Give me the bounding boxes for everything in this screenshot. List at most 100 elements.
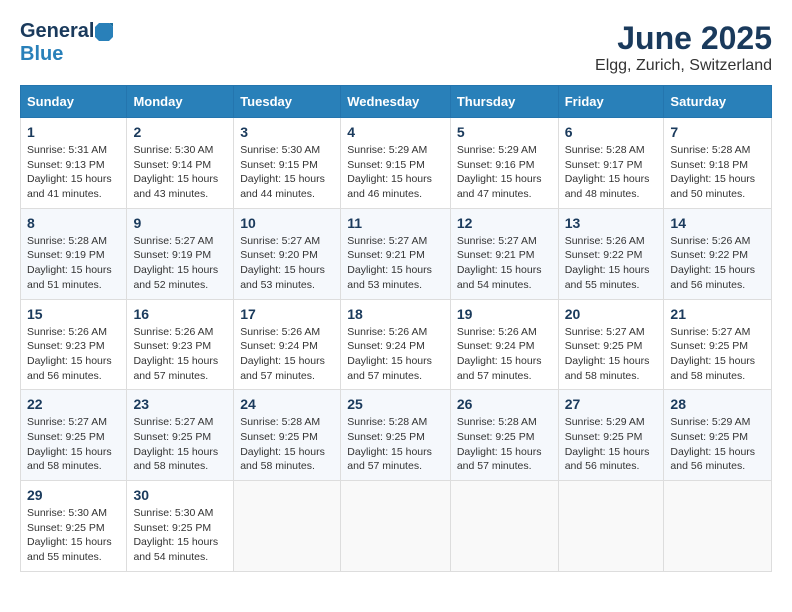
day-info: Sunrise: 5:26 AM Sunset: 9:22 PM Dayligh… [670,234,765,293]
header-monday: Monday [127,86,234,118]
logo-icon [95,23,113,41]
day-number: 1 [27,124,120,140]
day-number: 9 [133,215,227,231]
title-area: June 2025 Elgg, Zurich, Switzerland [595,20,772,75]
calendar-cell: 12Sunrise: 5:27 AM Sunset: 9:21 PM Dayli… [450,208,558,299]
calendar-cell: 17 Sunrise: 5:26 AM Sunset: 9:24 PM Dayli… [234,299,341,390]
calendar-cell: 4 Sunrise: 5:29 AM Sunset: 9:15 PM Daylig… [341,118,451,209]
day-info: Sunrise: 5:27 AM Sunset: 9:25 PM Dayligh… [565,325,658,384]
calendar-cell: 16Sunrise: 5:26 AM Sunset: 9:23 PM Dayli… [127,299,234,390]
day-number: 18 [347,306,444,322]
calendar-cell: 7 Sunrise: 5:28 AM Sunset: 9:18 PM Daylig… [664,118,772,209]
day-info: Sunrise: 5:28 AM Sunset: 9:25 PM Dayligh… [240,415,334,474]
calendar-cell: 22 Sunrise: 5:27 AM Sunset: 9:25 PM Dayli… [21,390,127,481]
day-info: Sunrise: 5:27 AM Sunset: 9:25 PM Dayligh… [27,415,120,474]
header-saturday: Saturday [664,86,772,118]
calendar-cell: 26Sunrise: 5:28 AM Sunset: 9:25 PM Dayli… [450,390,558,481]
calendar-cell [234,481,341,572]
month-title: June 2025 [595,20,772,57]
day-number: 4 [347,124,444,140]
header-friday: Friday [558,86,664,118]
calendar-cell: 15 Sunrise: 5:26 AM Sunset: 9:23 PM Dayli… [21,299,127,390]
day-number: 14 [670,215,765,231]
logo-general: General [20,20,94,43]
day-info: Sunrise: 5:30 AM Sunset: 9:15 PM Dayligh… [240,143,334,202]
calendar-cell: 2Sunrise: 5:30 AM Sunset: 9:14 PM Daylig… [127,118,234,209]
calendar-cell: 8 Sunrise: 5:28 AM Sunset: 9:19 PM Daylig… [21,208,127,299]
calendar-week-row: 1 Sunrise: 5:31 AM Sunset: 9:13 PM Daylig… [21,118,772,209]
calendar-cell [450,481,558,572]
calendar-cell: 13 Sunrise: 5:26 AM Sunset: 9:22 PM Dayli… [558,208,664,299]
day-number: 11 [347,215,444,231]
header: General Blue June 2025 Elgg, Zurich, Swi… [20,20,772,75]
day-info: Sunrise: 5:26 AM Sunset: 9:23 PM Dayligh… [27,325,120,384]
calendar-cell [341,481,451,572]
day-info: Sunrise: 5:28 AM Sunset: 9:18 PM Dayligh… [670,143,765,202]
day-info: Sunrise: 5:28 AM Sunset: 9:17 PM Dayligh… [565,143,658,202]
day-number: 8 [27,215,120,231]
calendar-cell: 23Sunrise: 5:27 AM Sunset: 9:25 PM Dayli… [127,390,234,481]
calendar-cell: 24 Sunrise: 5:28 AM Sunset: 9:25 PM Dayli… [234,390,341,481]
logo-blue: Blue [20,43,63,66]
calendar-cell: 20Sunrise: 5:27 AM Sunset: 9:25 PM Dayli… [558,299,664,390]
header-thursday: Thursday [450,86,558,118]
day-number: 15 [27,306,120,322]
calendar-cell: 19 Sunrise: 5:26 AM Sunset: 9:24 PM Dayli… [450,299,558,390]
day-number: 3 [240,124,334,140]
calendar-cell: 3 Sunrise: 5:30 AM Sunset: 9:15 PM Daylig… [234,118,341,209]
weekday-header-row: Sunday Monday Tuesday Wednesday Thursday… [21,86,772,118]
calendar-cell: 6 Sunrise: 5:28 AM Sunset: 9:17 PM Daylig… [558,118,664,209]
day-number: 22 [27,396,120,412]
calendar-week-row: 29Sunrise: 5:30 AM Sunset: 9:25 PM Dayli… [21,481,772,572]
day-number: 10 [240,215,334,231]
calendar-week-row: 15 Sunrise: 5:26 AM Sunset: 9:23 PM Dayli… [21,299,772,390]
day-info: Sunrise: 5:30 AM Sunset: 9:14 PM Dayligh… [133,143,227,202]
day-info: Sunrise: 5:27 AM Sunset: 9:21 PM Dayligh… [457,234,552,293]
calendar-cell: 28Sunrise: 5:29 AM Sunset: 9:25 PM Dayli… [664,390,772,481]
calendar-cell: 9 Sunrise: 5:27 AM Sunset: 9:19 PM Daylig… [127,208,234,299]
day-info: Sunrise: 5:28 AM Sunset: 9:19 PM Dayligh… [27,234,120,293]
calendar-week-row: 22 Sunrise: 5:27 AM Sunset: 9:25 PM Dayli… [21,390,772,481]
calendar-cell: 11 Sunrise: 5:27 AM Sunset: 9:21 PM Dayli… [341,208,451,299]
day-info: Sunrise: 5:27 AM Sunset: 9:25 PM Dayligh… [670,325,765,384]
day-number: 26 [457,396,552,412]
logo: General Blue [20,20,114,66]
day-number: 6 [565,124,658,140]
day-info: Sunrise: 5:26 AM Sunset: 9:24 PM Dayligh… [347,325,444,384]
day-number: 21 [670,306,765,322]
header-sunday: Sunday [21,86,127,118]
calendar-cell: 27Sunrise: 5:29 AM Sunset: 9:25 PM Dayli… [558,390,664,481]
header-tuesday: Tuesday [234,86,341,118]
calendar-cell [664,481,772,572]
day-number: 19 [457,306,552,322]
calendar-cell: 21 Sunrise: 5:27 AM Sunset: 9:25 PM Dayli… [664,299,772,390]
day-info: Sunrise: 5:26 AM Sunset: 9:24 PM Dayligh… [240,325,334,384]
day-info: Sunrise: 5:27 AM Sunset: 9:25 PM Dayligh… [133,415,227,474]
calendar-cell: 18 Sunrise: 5:26 AM Sunset: 9:24 PM Dayli… [341,299,451,390]
day-info: Sunrise: 5:26 AM Sunset: 9:22 PM Dayligh… [565,234,658,293]
location: Elgg, Zurich, Switzerland [595,57,772,75]
calendar-cell: 5Sunrise: 5:29 AM Sunset: 9:16 PM Daylig… [450,118,558,209]
calendar-cell [558,481,664,572]
day-info: Sunrise: 5:30 AM Sunset: 9:25 PM Dayligh… [27,506,120,565]
day-number: 24 [240,396,334,412]
day-info: Sunrise: 5:31 AM Sunset: 9:13 PM Dayligh… [27,143,120,202]
header-wednesday: Wednesday [341,86,451,118]
calendar: Sunday Monday Tuesday Wednesday Thursday… [20,85,772,572]
day-number: 13 [565,215,658,231]
day-number: 5 [457,124,552,140]
calendar-cell: 14 Sunrise: 5:26 AM Sunset: 9:22 PM Dayli… [664,208,772,299]
calendar-cell: 30Sunrise: 5:30 AM Sunset: 9:25 PM Dayli… [127,481,234,572]
day-info: Sunrise: 5:30 AM Sunset: 9:25 PM Dayligh… [133,506,227,565]
day-info: Sunrise: 5:27 AM Sunset: 9:19 PM Dayligh… [133,234,227,293]
day-info: Sunrise: 5:27 AM Sunset: 9:21 PM Dayligh… [347,234,444,293]
day-info: Sunrise: 5:26 AM Sunset: 9:24 PM Dayligh… [457,325,552,384]
calendar-cell: 1 Sunrise: 5:31 AM Sunset: 9:13 PM Daylig… [21,118,127,209]
day-number: 17 [240,306,334,322]
day-info: Sunrise: 5:29 AM Sunset: 9:25 PM Dayligh… [565,415,658,474]
calendar-cell: 25Sunrise: 5:28 AM Sunset: 9:25 PM Dayli… [341,390,451,481]
day-info: Sunrise: 5:29 AM Sunset: 9:15 PM Dayligh… [347,143,444,202]
day-number: 7 [670,124,765,140]
day-number: 16 [133,306,227,322]
calendar-cell: 29Sunrise: 5:30 AM Sunset: 9:25 PM Dayli… [21,481,127,572]
